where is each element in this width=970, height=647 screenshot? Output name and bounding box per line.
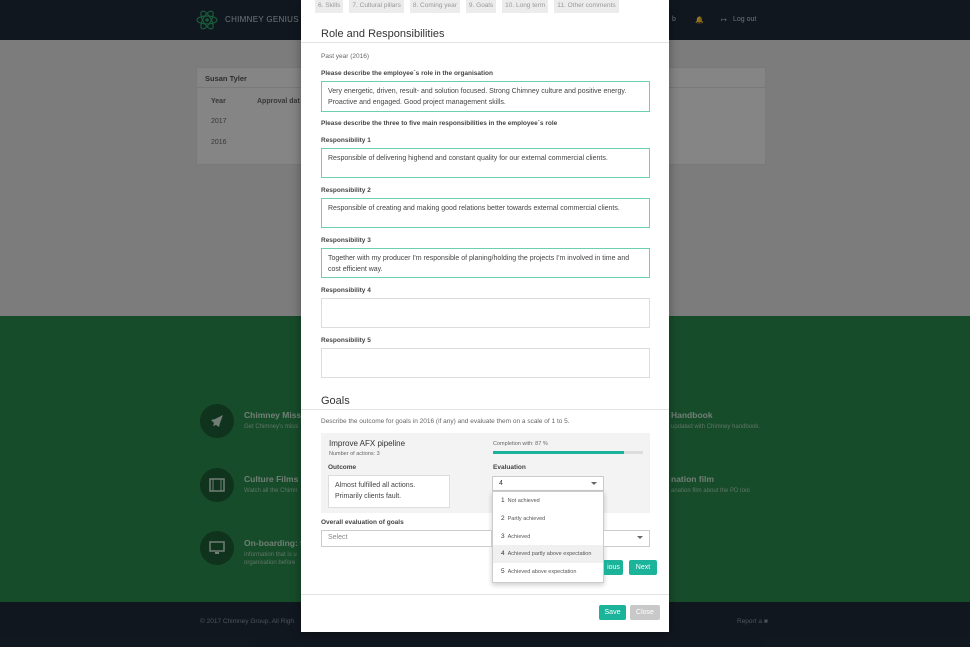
evaluation-value: 4: [499, 480, 503, 487]
caret-down-icon: [637, 536, 643, 539]
tab-long-term[interactable]: 10. Long term: [502, 0, 549, 13]
overall-select-end[interactable]: [604, 530, 650, 547]
responsibility-label: Responsibility 1: [321, 137, 371, 144]
completion-progress: [493, 451, 643, 454]
goals-title: Goals: [321, 395, 350, 407]
save-button[interactable]: Save: [599, 605, 626, 620]
divider: [301, 409, 669, 410]
evaluation-option[interactable]: 3 Achieved: [493, 528, 603, 546]
responsibility-textarea[interactable]: Together with my producer I'm responsibl…: [321, 248, 650, 278]
overall-label: Overall evaluation of goals: [321, 519, 404, 526]
responsibility-label: Responsibility 2: [321, 187, 371, 194]
responsibility-textarea[interactable]: Responsible of delivering highend and co…: [321, 148, 650, 178]
past-year: Past year (2016): [321, 53, 370, 60]
caret-down-icon: [591, 482, 597, 485]
tab-skills[interactable]: 6. Skills: [315, 0, 344, 13]
divider: [301, 594, 669, 595]
evaluation-option[interactable]: 4 Achieved partly above expectation: [493, 545, 603, 564]
outcome-label: Outcome: [328, 464, 357, 471]
tab-cultural-pillars[interactable]: 7. Cultural pillars: [349, 0, 404, 13]
divider: [301, 42, 669, 43]
tab-other-comments[interactable]: 11. Other comments: [554, 0, 619, 13]
responsibilities-intro: Please describe the three to five main r…: [321, 120, 558, 127]
tab-goals[interactable]: 9. Goals: [465, 0, 497, 13]
review-modal: 6. Skills 7. Cultural pillars 8. Coming …: [301, 0, 669, 632]
tab-coming-year[interactable]: 8. Coming year: [409, 0, 460, 13]
close-button[interactable]: Close: [630, 605, 660, 620]
evaluation-option[interactable]: 2 Partly achieved: [493, 510, 603, 528]
evaluation-label: Evaluation: [493, 464, 526, 471]
goal-actions: Number of actions: 3: [329, 451, 380, 457]
overall-select[interactable]: Select: [321, 530, 492, 547]
evaluation-dropdown: 1 Not achieved 2 Partly achieved 3 Achieved…: [492, 491, 604, 583]
role-textarea[interactable]: Very energetic, driven, result- and solu…: [321, 81, 650, 112]
outcome-textarea[interactable]: Almost fulfilled all actions. Primarily …: [328, 475, 450, 508]
completion-text: Completion with: 87 %: [493, 441, 548, 447]
goals-intro: Describe the outcome for goals in 2016 (…: [321, 418, 570, 425]
evaluation-option[interactable]: 5 Achieved above expectation: [493, 563, 603, 581]
responsibility-label: Responsibility 3: [321, 237, 371, 244]
evaluation-select[interactable]: 4: [492, 476, 604, 491]
evaluation-option[interactable]: 1 Not achieved: [493, 492, 603, 510]
responsibility-label: Responsibility 5: [321, 337, 371, 344]
overall-placeholder: Select: [328, 534, 348, 541]
step-tabs: 6. Skills 7. Cultural pillars 8. Coming …: [315, 0, 619, 13]
responsibility-textarea[interactable]: [321, 348, 650, 378]
responsibility-textarea[interactable]: Responsible of creating and making good …: [321, 198, 650, 228]
goal-title: Improve AFX pipeline: [329, 439, 406, 448]
responsibility-label: Responsibility 4: [321, 287, 371, 294]
next-button[interactable]: Next: [629, 560, 657, 575]
responsibility-textarea[interactable]: [321, 298, 650, 328]
role-title: Role and Responsibilities: [321, 28, 445, 40]
completion-progress-fill: [493, 451, 624, 454]
previous-button[interactable]: ious: [604, 560, 623, 575]
role-label: Please describe the employee´s role in t…: [321, 70, 493, 77]
